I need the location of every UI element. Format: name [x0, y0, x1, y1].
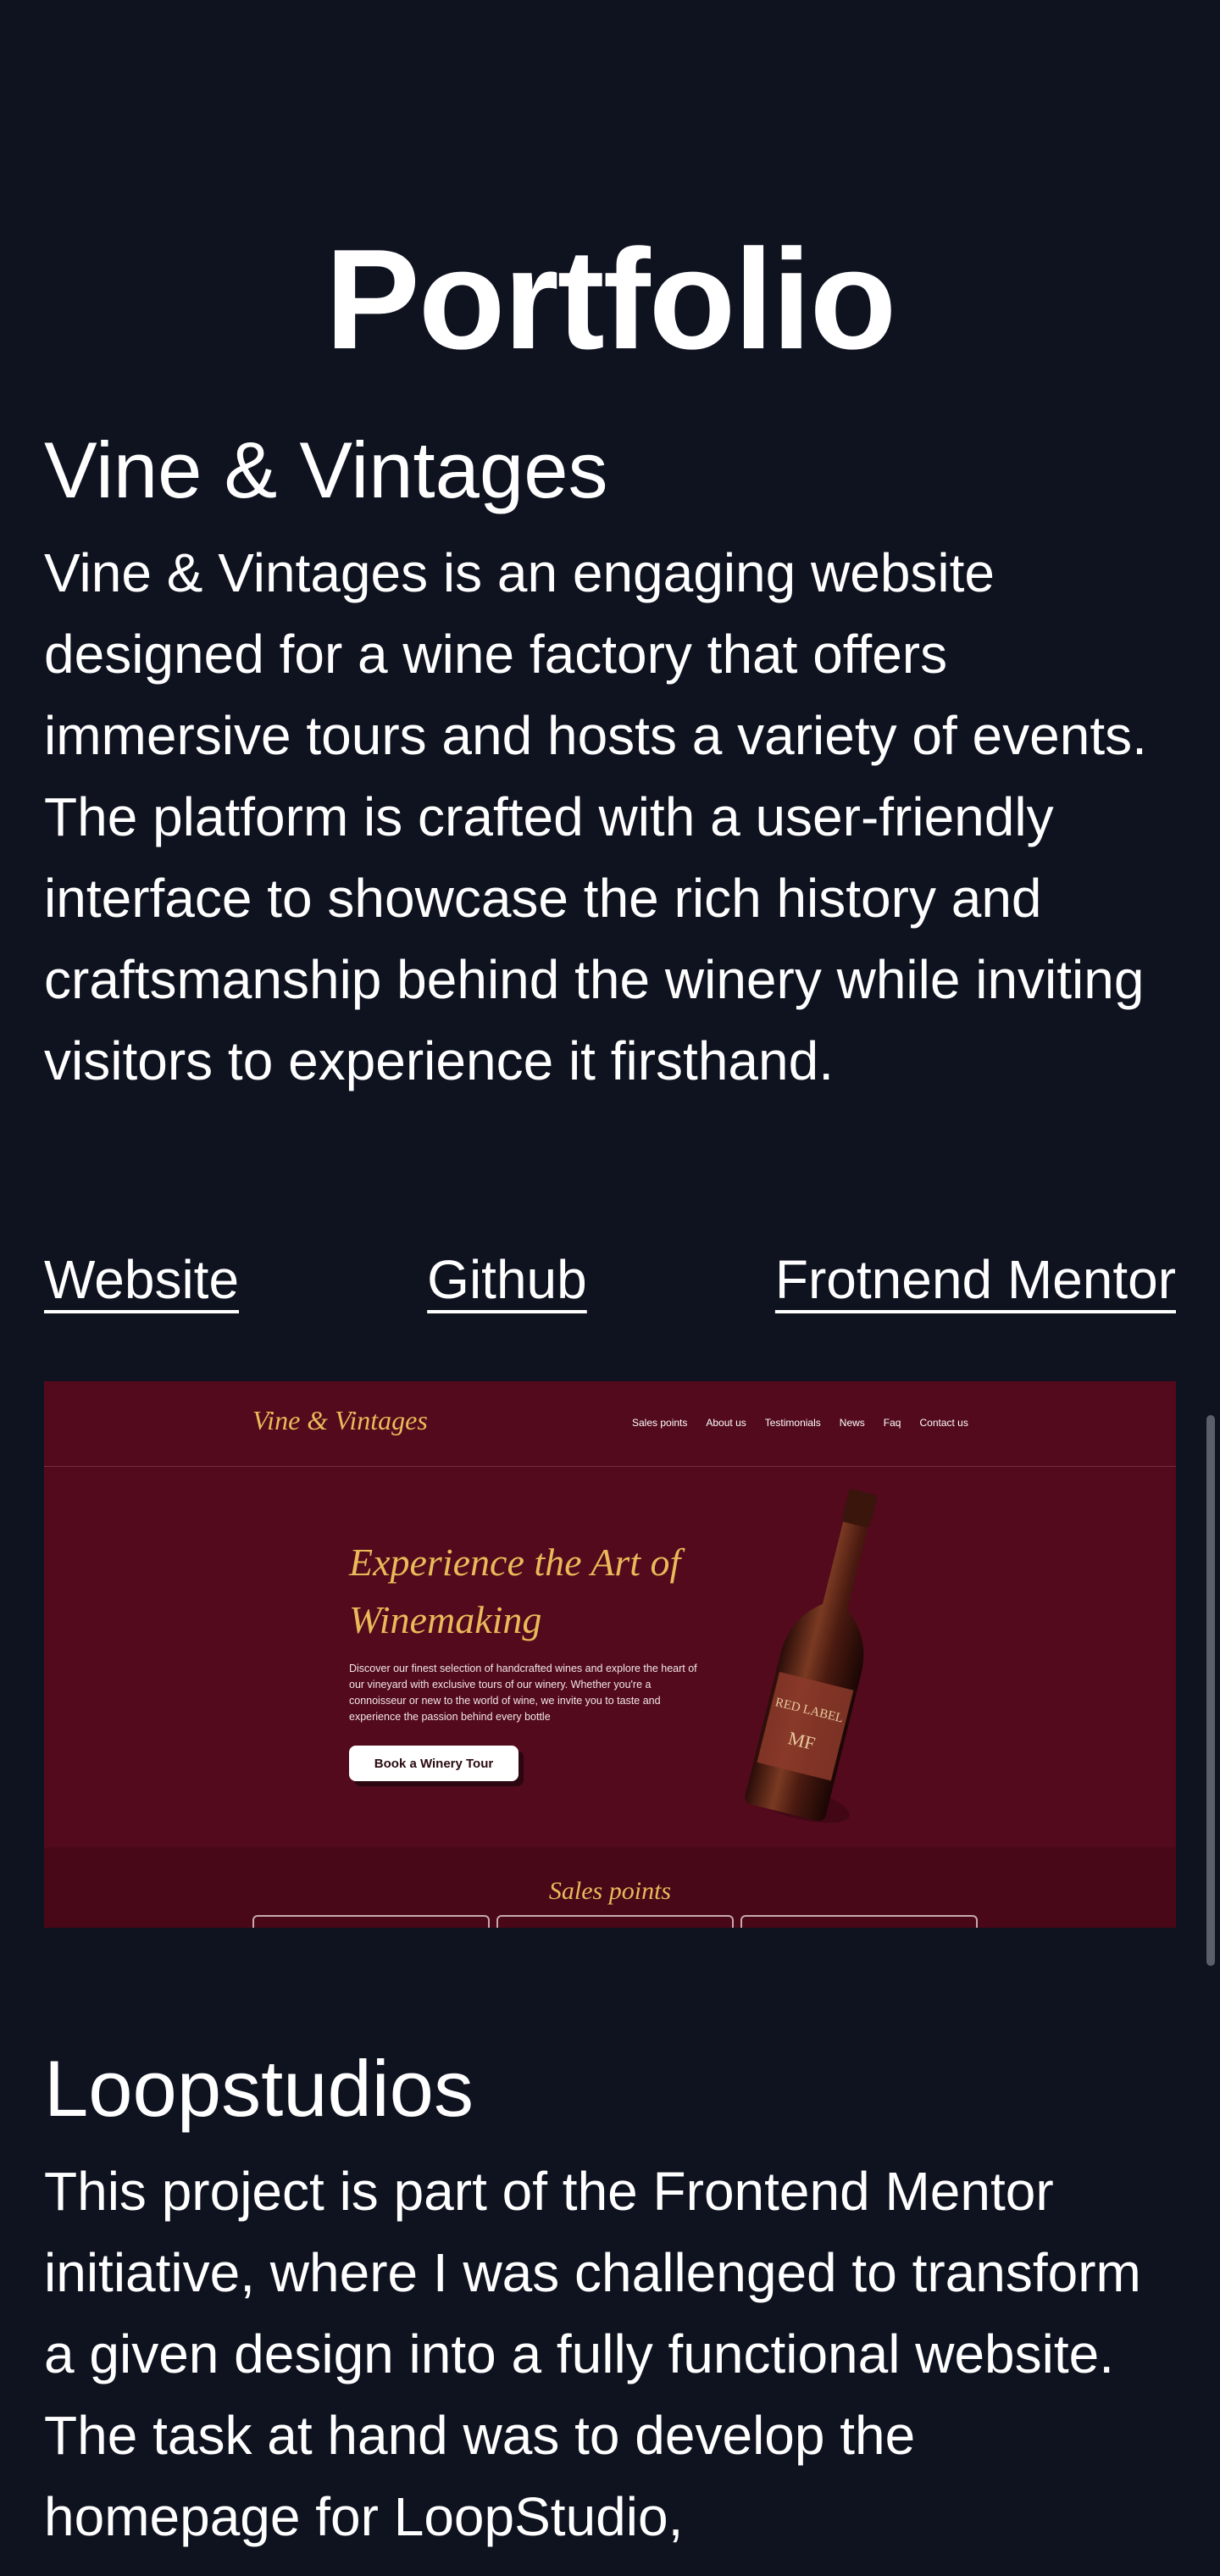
project-loopstudios: Loopstudios This project is part of the … — [44, 2042, 1176, 2557]
preview-menu-item: About us — [706, 1417, 746, 1429]
preview-sales-card — [252, 1915, 490, 1928]
preview-menu-item: Contact us — [919, 1417, 968, 1429]
preview-menu-item: News — [839, 1417, 865, 1429]
project-links: Website Github Frotnend Mentor — [44, 1246, 1176, 1313]
project-description: This project is part of the Frontend Men… — [44, 2161, 1141, 2547]
page-title: Portfolio — [324, 219, 897, 379]
preview-hero-title: Experience the Art of Winemaking — [349, 1541, 681, 1641]
github-link[interactable]: Github — [427, 1246, 587, 1313]
wine-bottle-image: RED LABEL MF — [745, 1489, 878, 1824]
project-vine-vintages: Vine & Vintages Vine & Vintages is an en… — [44, 424, 1176, 1102]
preview-menu-item: Faq — [883, 1417, 901, 1429]
preview-navbar: Vine & Vintages Sales points About us Te… — [44, 1381, 1176, 1467]
preview-book-tour-button: Book a Winery Tour — [349, 1746, 518, 1781]
project-title: Loopstudios — [44, 2044, 474, 2133]
scrollbar-thumb[interactable] — [1206, 1415, 1215, 1966]
preview-menu-item: Testimonials — [764, 1417, 821, 1429]
preview-sales-card — [496, 1915, 734, 1928]
frontend-mentor-link[interactable]: Frotnend Mentor — [775, 1246, 1176, 1313]
project-title: Vine & Vintages — [44, 425, 608, 514]
preview-sales-card — [740, 1915, 978, 1928]
preview-sales-title: Sales points — [548, 1877, 672, 1905]
preview-logo: Vine & Vintages — [252, 1405, 428, 1435]
preview-hero-text: Discover our finest selection of handcra… — [349, 1663, 697, 1723]
preview-menu-item: Sales points — [632, 1417, 688, 1429]
portfolio-page: Portfolio Vine & Vintages Vine & Vintage… — [0, 0, 1220, 2576]
preview-menu: Sales points About us Testimonials News … — [632, 1417, 968, 1429]
project-preview-image[interactable]: Vine & Vintages Sales points About us Te… — [44, 1381, 1176, 1928]
website-link[interactable]: Website — [44, 1246, 239, 1313]
project-description: Vine & Vintages is an engaging website d… — [44, 542, 1147, 1091]
